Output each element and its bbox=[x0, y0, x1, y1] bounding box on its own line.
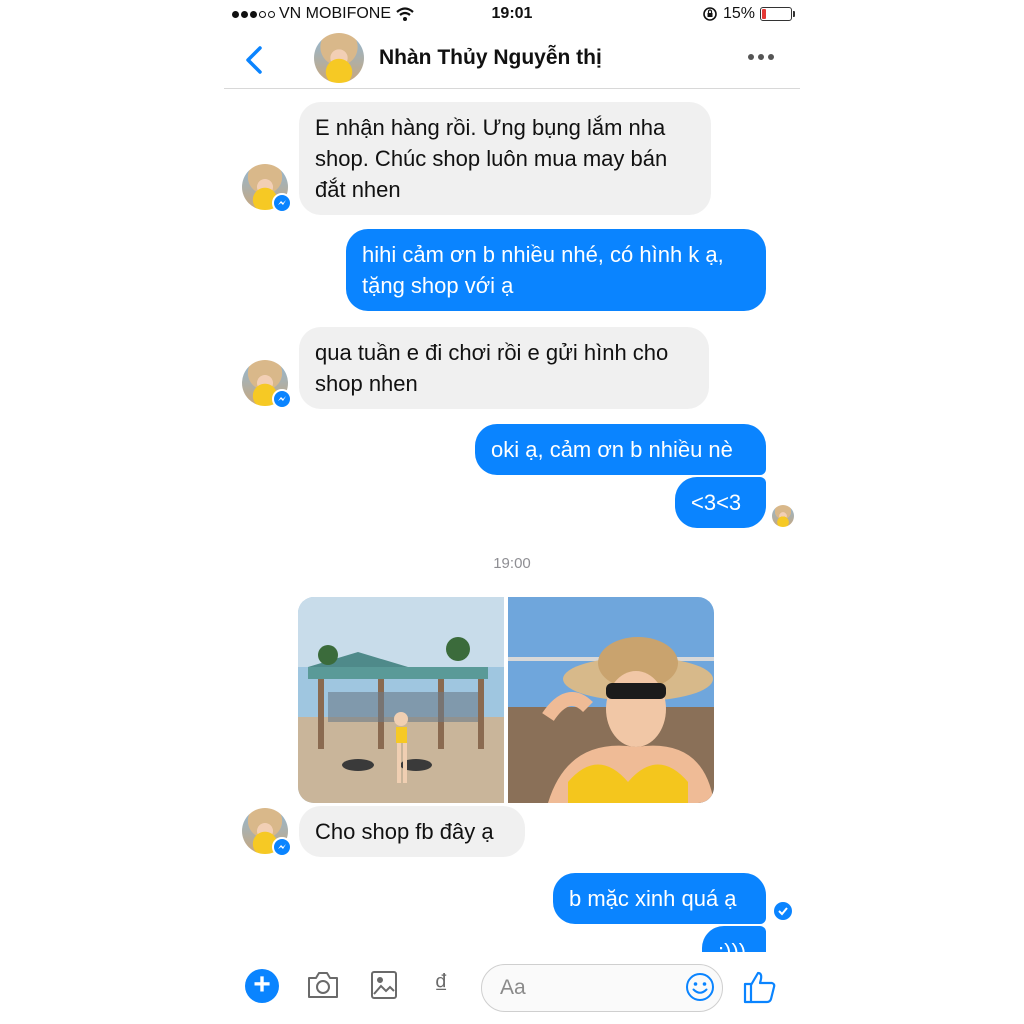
battery-percent: 15% bbox=[722, 5, 755, 22]
read-receipt-avatar bbox=[772, 505, 794, 527]
emoji-icon[interactable] bbox=[684, 971, 716, 1003]
messenger-badge-icon bbox=[272, 837, 292, 857]
message-bubble-incoming[interactable]: qua tuần e đi chơi rồi e gửi hình cho sh… bbox=[299, 327, 709, 409]
message-input[interactable]: Aa bbox=[481, 964, 723, 1012]
thumbs-up-icon[interactable] bbox=[742, 969, 778, 1005]
more-horizontal-icon[interactable] bbox=[748, 54, 774, 60]
gallery-icon[interactable] bbox=[370, 970, 398, 1000]
message-bubble-incoming[interactable]: E nhận hàng rồi. Ưng bụng lắm nha shop. … bbox=[299, 102, 711, 215]
status-bar: VN MOBIFONE 19:01 15% bbox=[224, 0, 800, 30]
messenger-badge-icon bbox=[272, 193, 292, 213]
composer-bar: + ₫ Aa bbox=[224, 952, 800, 1024]
contact-avatar[interactable] bbox=[314, 33, 364, 83]
contact-name[interactable]: Nhàn Thủy Nguyễn thị bbox=[379, 46, 602, 70]
message-bubble-outgoing[interactable]: <3<3 bbox=[675, 477, 766, 528]
message-timestamp: 19:00 bbox=[493, 555, 531, 572]
message-bubble-outgoing[interactable]: oki ạ, cảm ơn b nhiều nè bbox=[475, 424, 766, 475]
plus-icon[interactable]: + bbox=[245, 969, 279, 1003]
message-bubble-outgoing[interactable]: b mặc xinh quá ạ bbox=[553, 873, 766, 924]
dong-icon[interactable]: ₫ bbox=[434, 968, 448, 1000]
battery-level bbox=[762, 9, 766, 19]
message-bubble-incoming[interactable]: Cho shop fb đây ạ bbox=[299, 806, 525, 857]
message-bubble-outgoing[interactable]: hihi cảm ơn b nhiều nhé, có hình k ạ, tặ… bbox=[346, 229, 766, 311]
sunhat-selfie-photo[interactable] bbox=[508, 597, 714, 803]
battery-group: 15% bbox=[702, 5, 795, 23]
message-input-placeholder: Aa bbox=[500, 976, 526, 999]
messenger-screen: VN MOBIFONE 19:01 15% Nhàn Thủy Nguyễn t… bbox=[224, 0, 800, 1024]
sent-check-icon bbox=[774, 902, 792, 920]
rotation-lock-icon bbox=[703, 7, 717, 21]
battery-icon bbox=[760, 7, 795, 21]
messenger-badge-icon bbox=[272, 389, 292, 409]
beach-hut-photo[interactable] bbox=[298, 597, 504, 803]
chevron-left-icon[interactable] bbox=[236, 40, 272, 80]
conversation-header: Nhàn Thủy Nguyễn thị bbox=[224, 30, 800, 89]
camera-icon[interactable] bbox=[306, 970, 340, 1000]
